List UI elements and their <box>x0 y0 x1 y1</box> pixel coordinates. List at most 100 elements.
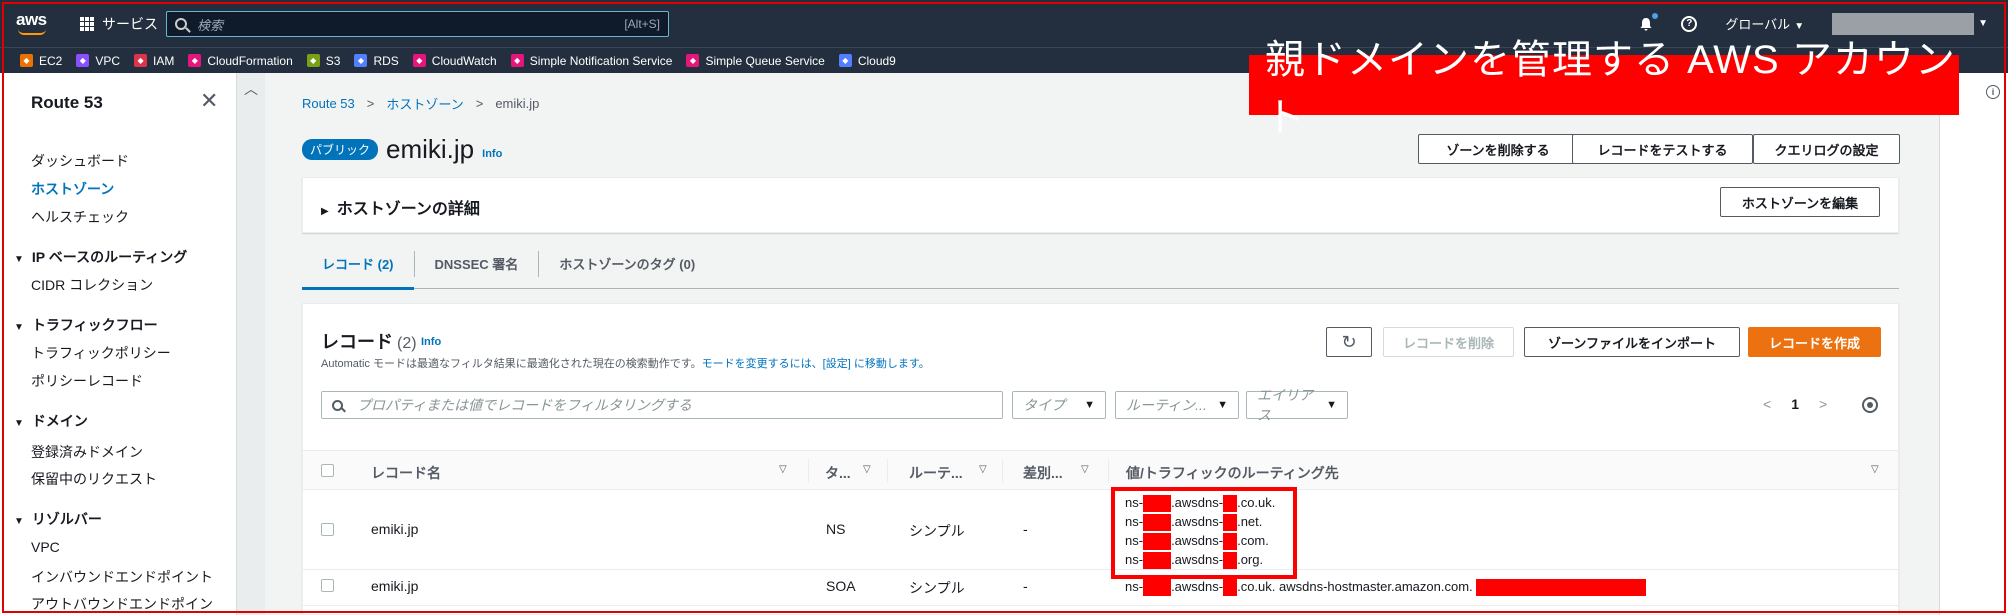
sidebar-item-traffic-policies[interactable]: トラフィックポリシー <box>31 343 171 363</box>
favorite-ec2[interactable]: ◆ EC2 <box>20 54 62 68</box>
sidebar-section-traffic-flow[interactable]: ▼ トラフィックフロー <box>14 315 158 335</box>
filter-placeholder: プロパティまたは値でレコードをフィルタリングする <box>357 397 692 413</box>
sidebar: Route 53 ✕ ダッシュボード ホストゾーン ヘルスチェック ▼ IP ベー… <box>0 73 237 615</box>
records-info-link[interactable]: Info <box>421 336 441 348</box>
sidebar-section-ip-routing[interactable]: ▼ IP ベースのルーティング <box>14 247 187 267</box>
sidebar-item-hosted-zones[interactable]: ホストゾーン <box>31 179 114 199</box>
sort-icon[interactable]: ▽ <box>1081 464 1089 475</box>
page-number[interactable]: 1 <box>1791 396 1799 412</box>
column-value[interactable]: 値/トラフィックのルーティング先 <box>1126 463 1339 483</box>
favorite-label: Simple Queue Service <box>705 53 825 68</box>
sidebar-item-outbound-endpoints[interactable]: アウトバウンドエンドポイン <box>31 594 231 614</box>
favorite-vpc[interactable]: ◆ VPC <box>76 54 120 68</box>
alias-dropdown[interactable]: エイリアス ▼ <box>1246 387 1348 423</box>
favorite-label: IAM <box>153 53 175 68</box>
sidebar-item-vpc[interactable]: VPC <box>31 539 60 555</box>
public-badge: パブリック <box>302 139 379 160</box>
tab-records[interactable]: レコード (2) <box>302 250 415 290</box>
service-icon: ◆ <box>838 54 852 67</box>
sidebar-item-dashboard[interactable]: ダッシュボード <box>31 151 129 171</box>
hosted-zone-details-panel[interactable]: ▶ ホストゾーンの詳細 <box>302 177 1899 233</box>
records-title: レコード (2) <box>321 328 417 354</box>
sidebar-item-registered-domains[interactable]: 登録済みドメイン <box>31 442 143 462</box>
settings-link[interactable]: モードを変更するには、[設定] に移動します。 <box>702 358 930 370</box>
info-icon[interactable]: i <box>1986 85 2000 99</box>
aws-logo[interactable]: aws <box>16 11 52 36</box>
favorite-cloudwatch[interactable]: ◆ CloudWatch <box>412 54 497 68</box>
routing-dropdown[interactable]: ルーティン... ▼ <box>1115 391 1239 419</box>
favorite-s3[interactable]: ◆ S3 <box>306 53 341 68</box>
column-routing[interactable]: ルーテ... <box>909 463 963 483</box>
dropdown-label: エイリアス <box>1257 387 1313 423</box>
record-filter-input[interactable]: プロパティまたは値でレコードをフィルタリングする <box>321 391 1003 419</box>
favorite-iam[interactable]: ◆ IAM <box>134 54 174 68</box>
sidebar-item-cidr[interactable]: CIDR コレクション <box>31 275 153 295</box>
close-icon[interactable]: ✕ <box>200 90 218 112</box>
cell-type: NS <box>826 521 846 537</box>
table-row[interactable]: emiki.jp NS シンプル - ns- .awsdns- .co.uk. ns… <box>303 490 1898 570</box>
help-panel-rail: i <box>1939 73 2008 615</box>
refresh-icon[interactable]: ↻ <box>1326 327 1372 357</box>
page-title: emiki.jp <box>386 134 475 164</box>
tab-tags[interactable]: ホストゾーンのタグ (0) <box>539 251 715 277</box>
favorite-label: S3 <box>325 53 341 68</box>
favorite-label: VPC <box>95 53 121 68</box>
sidebar-item-inbound-endpoints[interactable]: インバウンドエンドポイント <box>31 567 213 587</box>
favorite-cloudformation[interactable]: ◆ CloudFormation <box>188 53 293 68</box>
delete-record-button[interactable]: レコードを削除 <box>1383 327 1514 357</box>
service-icon: ◆ <box>306 54 320 67</box>
tab-bar: レコード (2) DNSSEC 署名 ホストゾーンのタグ (0) <box>302 239 1899 290</box>
records-title-text: レコード <box>321 332 393 352</box>
column-record-name[interactable]: レコード名 <box>371 463 441 483</box>
search-input[interactable]: 検索 [Alt+S] <box>166 11 669 37</box>
sort-icon[interactable]: ▽ <box>979 464 987 475</box>
favorite-simple-queue-service[interactable]: ◆ Simple Queue Service <box>686 53 825 68</box>
pagination: < 1 > <box>1763 396 1827 412</box>
select-all-checkbox[interactable] <box>321 464 334 477</box>
tab-dnssec[interactable]: DNSSEC 署名 <box>415 250 540 277</box>
chevron-left-icon[interactable]: < <box>1763 396 1771 412</box>
sidebar-item-pending-requests[interactable]: 保留中のリクエスト <box>31 469 157 489</box>
column-differentiator[interactable]: 差別... <box>1023 463 1063 483</box>
service-icon: ◆ <box>20 54 33 67</box>
favorite-label: Simple Notification Service <box>529 53 673 68</box>
services-menu[interactable]: サービス <box>80 14 158 34</box>
section-label: リゾルバー <box>31 511 102 527</box>
favorite-rds[interactable]: ◆ RDS <box>354 53 399 68</box>
chevron-right-icon: > <box>366 96 375 111</box>
sidebar-item-policy-records[interactable]: ポリシーレコード <box>31 371 143 391</box>
type-dropdown[interactable]: タイプ ▼ <box>1012 391 1106 419</box>
chevron-up-icon[interactable]: ︿ <box>244 79 258 99</box>
sidebar-section-resolver[interactable]: ▼ リゾルバー <box>14 509 102 529</box>
create-record-button[interactable]: レコードを作成 <box>1748 327 1881 357</box>
breadcrumb-hosted-zones[interactable]: ホストゾーン <box>386 94 463 113</box>
sidebar-item-health-checks[interactable]: ヘルスチェック <box>31 207 129 227</box>
sort-icon[interactable]: ▽ <box>779 464 787 475</box>
favorite-label: RDS <box>373 53 399 68</box>
service-icon: ◆ <box>412 54 426 67</box>
breadcrumb-route53[interactable]: Route 53 <box>302 96 355 111</box>
sort-icon[interactable]: ▽ <box>863 464 871 475</box>
dropdown-label: タイプ <box>1023 397 1065 413</box>
table-row[interactable]: emiki.jp SOA シンプル - ns- .awsdns- .co.uk. a… <box>303 570 1898 606</box>
table-header: レコード名 ▽ タ... ▽ ルーテ... ▽ 差別... ▽ 値/トラフィック… <box>303 450 1898 490</box>
column-type[interactable]: タ... <box>825 463 851 483</box>
favorite-simple-notification-service[interactable]: ◆ Simple Notification Service <box>510 53 673 68</box>
row-checkbox[interactable] <box>321 579 334 592</box>
section-label: IP ベースのルーティング <box>31 249 188 265</box>
favorite-cloud9[interactable]: ◆ Cloud9 <box>838 54 896 68</box>
info-link[interactable]: Info <box>482 148 502 160</box>
row-checkbox[interactable] <box>321 523 334 536</box>
sort-icon[interactable]: ▽ <box>1871 464 1879 475</box>
chevron-right-icon[interactable]: > <box>1819 396 1827 412</box>
sidebar-section-domains[interactable]: ▼ ドメイン <box>14 411 88 431</box>
records-panel: レコード (2) Info Automatic モードは最適なフィルタ結果に最適化… <box>302 303 1899 615</box>
chevron-down-icon: ▼ <box>1978 18 1988 29</box>
favorite-label: CloudFormation <box>207 53 293 68</box>
import-zone-file-button[interactable]: ゾーンファイルをインポート <box>1524 327 1740 357</box>
section-label: ドメイン <box>31 413 88 429</box>
search-icon <box>175 18 187 30</box>
edit-hosted-zone-button[interactable]: ホストゾーンを編集 <box>1720 187 1880 217</box>
gear-icon[interactable] <box>1862 397 1878 413</box>
breadcrumb: Route 53 > ホストゾーン > emiki.jp <box>302 94 539 113</box>
